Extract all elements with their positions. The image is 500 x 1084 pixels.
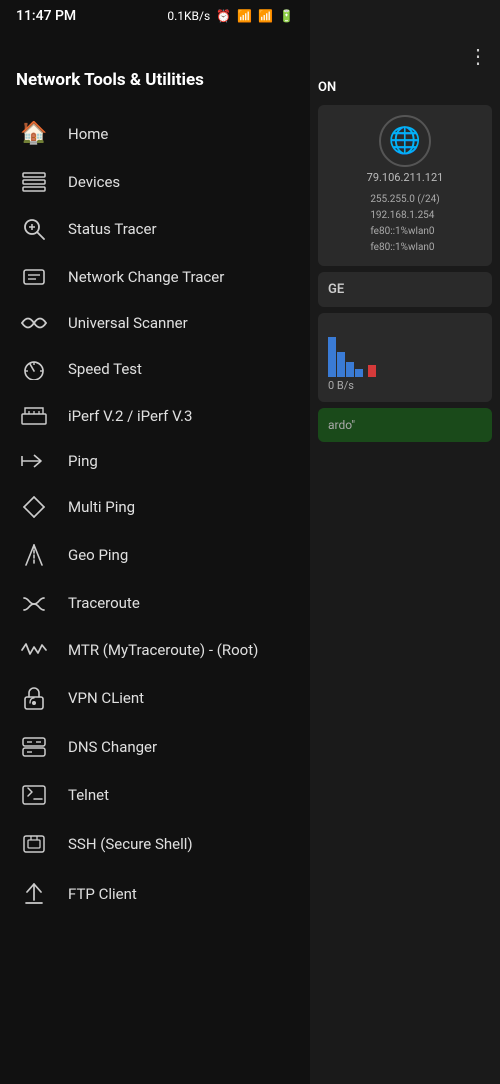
- traceroute-label: Traceroute: [68, 594, 140, 612]
- traceroute-icon: [20, 592, 48, 614]
- vpn-icon: [20, 686, 48, 710]
- ge-label: GE: [328, 282, 482, 297]
- wifi-icon: 📶: [258, 9, 273, 23]
- chart-bar-red: [368, 365, 376, 377]
- green-text: ardo": [328, 418, 482, 432]
- network-change-tracer-label: Network Change Tracer: [68, 268, 224, 286]
- vpn-label: VPN CLient: [68, 689, 144, 707]
- speed-test-icon: [20, 358, 48, 380]
- mtr-label: MTR (MyTraceroute) - (Root): [68, 641, 258, 659]
- speed-test-label: Speed Test: [68, 360, 142, 378]
- sidebar-item-home[interactable]: 🏠 Home: [0, 108, 310, 159]
- devices-label: Devices: [68, 173, 120, 191]
- universal-scanner-icon: [20, 315, 48, 331]
- sidebar-item-ssh[interactable]: SSH (Secure Shell): [0, 819, 310, 869]
- iperf-icon: [20, 406, 48, 426]
- devices-icon: [20, 172, 48, 192]
- mtr-icon: [20, 640, 48, 660]
- nav-list: 🏠 Home Devices: [0, 108, 310, 1084]
- status-time: 11:47 PM: [16, 8, 76, 24]
- chart-bar: [346, 362, 354, 377]
- home-icon: 🏠: [20, 121, 48, 146]
- ge-card: GE: [318, 272, 492, 307]
- network-info: 255.255.0 (/24)192.168.1.254fe80::1%wlan…: [370, 192, 439, 256]
- sidebar-item-universal-scanner[interactable]: Universal Scanner: [0, 301, 310, 345]
- geo-ping-label: Geo Ping: [68, 546, 128, 564]
- ping-icon: [20, 452, 48, 470]
- status-tracer-icon: [20, 218, 48, 240]
- universal-scanner-label: Universal Scanner: [68, 314, 188, 332]
- geo-ping-icon: [20, 544, 48, 566]
- sidebar-item-mtr[interactable]: MTR (MyTraceroute) - (Root): [0, 627, 310, 673]
- sidebar-item-network-change-tracer[interactable]: Network Change Tracer: [0, 253, 310, 301]
- sidebar-item-devices[interactable]: Devices: [0, 159, 310, 205]
- sidebar-item-traceroute[interactable]: Traceroute: [0, 579, 310, 627]
- bg-top-bar: ⋮: [310, 0, 500, 76]
- sidebar-item-geo-ping[interactable]: Geo Ping: [0, 531, 310, 579]
- more-options-icon[interactable]: ⋮: [468, 44, 488, 68]
- chart-bar: [355, 369, 363, 377]
- home-label: Home: [68, 125, 108, 143]
- battery-icon: 🔋: [279, 9, 294, 23]
- sidebar-item-multi-ping[interactable]: Multi Ping: [0, 483, 310, 531]
- network-card: 🌐 79.106.211.121 255.255.0 (/24)192.168.…: [318, 105, 492, 266]
- sidebar-item-telnet[interactable]: Telnet: [0, 771, 310, 819]
- ftp-icon: [20, 882, 48, 906]
- drawer-title: Network Tools & Utilities: [16, 70, 294, 100]
- dns-changer-icon: [20, 736, 48, 758]
- network-change-tracer-icon: [20, 266, 48, 288]
- iperf-label: iPerf V.2 / iPerf V.3: [68, 407, 192, 425]
- sidebar-item-ftp[interactable]: FTP Client: [0, 869, 310, 919]
- telnet-icon: [20, 784, 48, 806]
- sidebar-item-speed-test[interactable]: Speed Test: [0, 345, 310, 393]
- sidebar-item-dns-changer[interactable]: DNS Changer: [0, 723, 310, 771]
- telnet-label: Telnet: [68, 786, 109, 804]
- multi-ping-icon: [20, 496, 48, 518]
- speed-indicator: 0.1KB/s: [167, 9, 210, 23]
- navigation-drawer: 11:47 PM 0.1KB/s ⏰ 📶 📶 🔋 Network Tools &…: [0, 0, 310, 1084]
- dns-changer-label: DNS Changer: [68, 738, 157, 756]
- background-content: ⋮ ON 🌐 79.106.211.121 255.255.0 (/24)192…: [310, 0, 500, 1084]
- chart-bar: [337, 352, 345, 377]
- signal-icon: 📶: [237, 9, 252, 23]
- globe-icon: 🌐: [379, 115, 431, 167]
- drawer-header: Network Tools & Utilities: [0, 32, 310, 108]
- status-icons: 0.1KB/s ⏰ 📶 📶 🔋: [167, 9, 294, 23]
- ftp-label: FTP Client: [68, 885, 137, 903]
- status-tracer-label: Status Tracer: [68, 220, 157, 238]
- on-label: ON: [318, 80, 336, 95]
- chart-bar: [328, 337, 336, 377]
- speed-chart: [328, 327, 482, 377]
- sidebar-item-ping[interactable]: Ping: [0, 439, 310, 483]
- ssh-label: SSH (Secure Shell): [68, 835, 193, 853]
- ip-address: 79.106.211.121: [367, 171, 444, 184]
- ssh-icon: [20, 832, 48, 856]
- green-card: ardo": [318, 408, 492, 442]
- sidebar-item-vpn[interactable]: VPN CLient: [0, 673, 310, 723]
- chart-card: 0 B/s: [318, 313, 492, 402]
- ping-label: Ping: [68, 452, 98, 470]
- sidebar-item-status-tracer[interactable]: Status Tracer: [0, 205, 310, 253]
- speed-value: 0 B/s: [328, 379, 482, 392]
- multi-ping-label: Multi Ping: [68, 498, 135, 516]
- status-bar: 11:47 PM 0.1KB/s ⏰ 📶 📶 🔋: [0, 0, 310, 32]
- alarm-icon: ⏰: [216, 9, 231, 23]
- sidebar-item-iperf[interactable]: iPerf V.2 / iPerf V.3: [0, 393, 310, 439]
